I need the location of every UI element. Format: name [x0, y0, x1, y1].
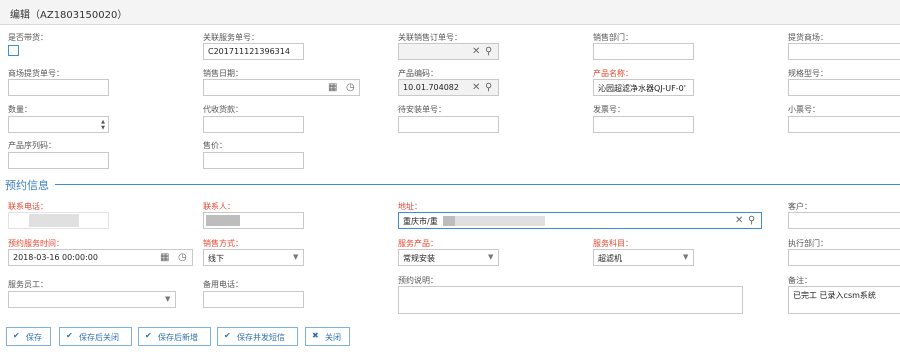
caret-down-icon[interactable]: ▼ — [293, 253, 298, 261]
appt-time-input[interactable]: 2018-03-16 00:00:00 ▦ ◷ — [8, 249, 193, 266]
caret-down-icon[interactable]: ▼ — [165, 295, 170, 303]
redacted-phone — [29, 214, 79, 227]
address-label: 地址： — [398, 202, 422, 211]
window-title-bar: 编辑（AZ1803150020） — [0, 0, 900, 25]
caret-down-icon[interactable]: ▼ — [683, 253, 688, 261]
save-sms-button[interactable]: ✔ 保存并发短信 — [217, 327, 298, 346]
clock-icon[interactable]: ◷ — [178, 252, 187, 263]
phone-input[interactable] — [8, 212, 109, 229]
invoice-no-input[interactable] — [593, 116, 694, 133]
address-input[interactable]: 重庆市/重 ✕ ⚲ — [398, 212, 762, 229]
receipt-no-label: 小票号： — [788, 105, 820, 114]
with-goods-checkbox[interactable] — [8, 45, 19, 56]
service-product-label: 服务产品： — [398, 239, 438, 248]
with-goods-label: 是否带货： — [8, 33, 48, 42]
contact-input[interactable] — [203, 212, 304, 229]
service-product-select[interactable]: 常规安装 ▼ — [398, 249, 499, 266]
window-title: 编辑（AZ1803150020） — [10, 10, 128, 21]
section-divider — [55, 184, 900, 185]
quantity-stepper[interactable]: ▲ ▼ — [8, 116, 109, 133]
product-code-label: 产品编码： — [398, 69, 438, 78]
appt-desc-textarea[interactable] — [398, 286, 743, 314]
customer-input[interactable] — [788, 212, 900, 229]
customer-label: 客户： — [788, 202, 812, 211]
save-close-button[interactable]: ✔ 保存后关闭 — [59, 327, 132, 346]
price-label: 售价： — [203, 141, 227, 150]
exec-dept-label: 执行部门： — [788, 239, 828, 248]
save-button[interactable]: ✔ 保存 — [6, 327, 51, 346]
pending-install-label: 待安装单号： — [398, 105, 446, 114]
staff-select[interactable]: ▼ — [8, 291, 176, 308]
service-item-select[interactable]: 超滤机 ▼ — [593, 249, 694, 266]
search-icon[interactable]: ⚲ — [485, 46, 492, 57]
invoice-no-label: 发票号： — [593, 105, 625, 114]
search-icon[interactable]: ⚲ — [485, 82, 492, 93]
calendar-icon[interactable]: ▦ — [160, 252, 169, 263]
close-icon[interactable]: ✕ — [735, 215, 743, 226]
backup-phone-label: 备用电话： — [203, 280, 243, 289]
product-name-label: 产品名称： — [593, 69, 633, 78]
mall-order-input[interactable] — [8, 79, 109, 96]
remark-textarea[interactable]: 已完工 已录入csm系统 — [788, 286, 900, 314]
exec-dept-input[interactable] — [788, 249, 900, 266]
check-icon: ✔ — [13, 331, 20, 340]
supply-mall-label: 提货商场： — [788, 33, 828, 42]
price-input[interactable] — [203, 152, 304, 169]
section-title: 预约信息 — [5, 179, 49, 192]
staff-label: 服务员工： — [8, 280, 48, 289]
search-icon[interactable]: ⚲ — [748, 215, 755, 226]
close-icon[interactable]: ✕ — [472, 82, 480, 93]
product-name-input[interactable]: 沁园超滤净水器QJ-UF-0' — [593, 79, 694, 96]
phone-label: 联系电话： — [8, 202, 48, 211]
serial-no-input[interactable] — [8, 152, 109, 169]
contact-label: 联系人： — [203, 202, 235, 211]
clock-icon[interactable]: ◷ — [346, 82, 355, 93]
redacted-address-2 — [455, 216, 545, 226]
model-label: 规格型号： — [788, 69, 828, 78]
sale-date-label: 销售日期： — [203, 69, 243, 78]
sale-date-input[interactable]: ▦ ◷ — [203, 79, 360, 96]
appt-desc-label: 预约说明： — [398, 276, 438, 285]
appt-time-label: 预约服务时间： — [8, 239, 64, 248]
close-button[interactable]: ✖ 关闭 — [305, 327, 350, 346]
sale-method-select[interactable]: 线下 ▼ — [203, 249, 304, 266]
save-new-button[interactable]: ✔ 保存后新增 — [138, 327, 211, 346]
pending-install-input[interactable] — [398, 116, 499, 133]
supply-mall-input[interactable] — [788, 43, 900, 60]
caret-down-icon[interactable]: ▼ — [488, 253, 493, 261]
backup-phone-input[interactable] — [203, 291, 304, 308]
quantity-label: 数量： — [8, 105, 32, 114]
check-icon: ✔ — [224, 331, 231, 340]
sales-order-label: 关联销售订单号： — [398, 33, 462, 42]
close-icon[interactable]: ✕ — [472, 46, 480, 57]
sale-method-label: 销售方式： — [203, 239, 243, 248]
close-icon: ✖ — [312, 331, 319, 340]
service-no-label: 关联服务单号： — [203, 33, 259, 42]
sales-dept-input[interactable] — [593, 43, 694, 60]
model-input[interactable] — [788, 79, 900, 96]
sales-dept-label: 销售部门： — [593, 33, 633, 42]
check-icon: ✔ — [66, 331, 73, 340]
remark-label: 备注： — [788, 276, 812, 285]
receipt-no-input[interactable] — [788, 116, 900, 133]
service-item-label: 服务科目： — [593, 239, 633, 248]
redacted-address-1 — [443, 216, 455, 226]
calendar-icon[interactable]: ▦ — [328, 82, 337, 93]
mall-order-label: 商场提货单号： — [8, 69, 64, 78]
collect-payment-label: 代收货款： — [203, 105, 243, 114]
redacted-contact — [206, 215, 240, 226]
collect-payment-input[interactable] — [203, 116, 304, 133]
sales-order-input[interactable]: ✕ ⚲ — [398, 43, 499, 60]
product-code-input[interactable]: 10.01.704082 ✕ ⚲ — [398, 79, 499, 96]
serial-no-label: 产品序列码： — [8, 141, 56, 150]
decrement-icon[interactable]: ▼ — [101, 126, 105, 131]
service-no-input[interactable]: C201711121396314 — [203, 43, 304, 60]
check-icon: ✔ — [145, 331, 152, 340]
